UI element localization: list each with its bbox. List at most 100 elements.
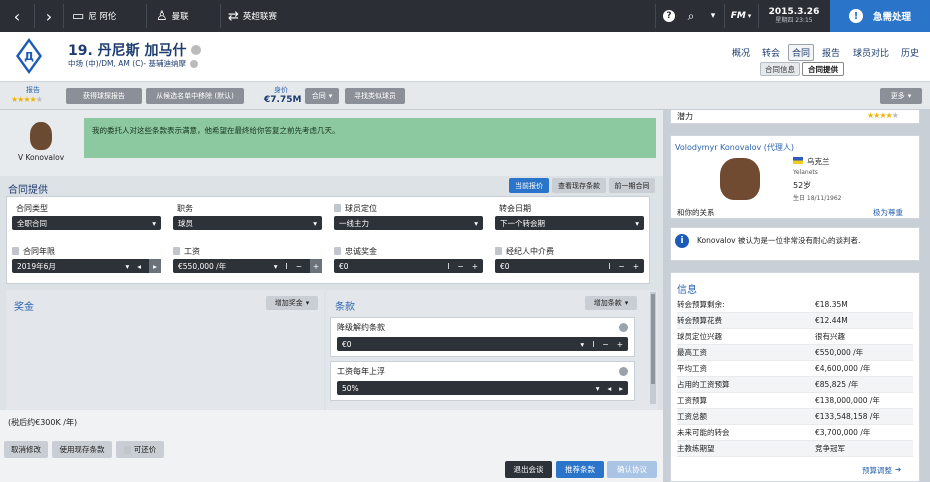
chevron-down-icon: ▾ <box>328 92 333 100</box>
increase-icon[interactable]: + <box>617 340 623 349</box>
forward-button[interactable]: › <box>35 0 63 32</box>
help-button[interactable]: ? <box>658 0 680 32</box>
player-menu-icon[interactable] <box>190 45 201 55</box>
leave-talks-button[interactable]: 退出会谈 <box>505 461 552 478</box>
label-text: 合同类型 <box>16 203 48 213</box>
clause-label: 工资每年上浮 <box>337 367 385 376</box>
urgent-action-button[interactable]: ! 急需处理 <box>830 0 930 32</box>
input-value: €0 <box>500 261 510 271</box>
tab-previous-contract[interactable]: 前一期合同 <box>609 178 655 193</box>
speaker-name: V Konovalov <box>18 153 65 162</box>
help-icon: ? <box>663 10 675 22</box>
team-nav-button[interactable]: ▭ 尼 阿伦 <box>66 0 146 32</box>
input-value: €0 <box>342 339 352 349</box>
tab-current-offer[interactable]: 当前报价 <box>509 178 549 193</box>
button-label: 合同 <box>311 92 326 100</box>
field-label: 经纪人中介费 <box>495 245 644 257</box>
value-label: 身价 <box>274 86 288 94</box>
propose-terms-button[interactable]: 推荐条款 <box>556 461 604 478</box>
step-left-icon[interactable]: ◂ <box>607 384 611 393</box>
clause-value-select[interactable]: 50% ▾ ◂ ▸ <box>337 381 628 395</box>
info-key: 主教练期望 <box>677 444 715 453</box>
settings-button[interactable]: ▾ <box>702 0 724 32</box>
search-button[interactable]: ⌕ <box>680 0 702 32</box>
budget-adjust-link[interactable]: 预算调整 ➔ <box>862 465 901 476</box>
fm-menu-button[interactable]: FM ▾ <box>726 0 756 32</box>
info-row: 主教练期望 竞争冠军 <box>677 441 913 457</box>
info-row: 占用的工资预算 €85,825 /年 <box>677 377 913 393</box>
decrease-icon[interactable]: − <box>602 340 608 349</box>
squad-status-select[interactable]: 一线主力 ▾ <box>334 216 483 230</box>
decrease-icon[interactable]: − <box>457 262 463 271</box>
negotiable-toggle[interactable]: 可还价 <box>116 441 164 458</box>
transfer-date-select[interactable]: 下一个转会期 ▾ <box>495 216 644 230</box>
info-key: 工资总额 <box>677 412 707 421</box>
tab-transfer[interactable]: 转会 <box>762 46 780 59</box>
confirm-agreement-button[interactable]: 确认协议 <box>607 461 657 478</box>
wage-input[interactable]: €550,000 /年 ▾ I − + <box>173 259 322 273</box>
tab-overview[interactable]: 概况 <box>732 46 750 59</box>
tab-report[interactable]: 报告 <box>822 46 840 59</box>
loyalty-bonus-input[interactable]: €0 I − + <box>334 259 483 273</box>
info-title: 信息 <box>677 285 697 296</box>
bonus-title: 奖金 <box>14 302 34 313</box>
tab-existing-terms[interactable]: 查看现存条款 <box>552 178 606 193</box>
increase-icon[interactable]: + <box>310 259 322 273</box>
cancel-changes-button[interactable]: 取消修改 <box>4 441 48 458</box>
scrollbar-thumb[interactable] <box>651 294 655 384</box>
alert-icon: ! <box>848 9 863 23</box>
agent-fee-input[interactable]: €0 I − + <box>495 259 644 273</box>
clause-item: 降级解约条款 €0 ▾ I − + <box>330 317 635 357</box>
get-scout-report-button[interactable]: 获得球探报告 <box>66 88 142 104</box>
more-button[interactable]: 更多 ▾ <box>880 88 922 104</box>
back-button[interactable]: ‹ <box>0 0 34 32</box>
step-left-icon[interactable]: ◂ <box>137 262 141 271</box>
increase-icon[interactable]: + <box>472 262 478 271</box>
step-right-icon[interactable]: ▸ <box>149 259 161 273</box>
info-key: 球员定位兴趣 <box>677 332 722 341</box>
remove-clause-icon[interactable] <box>619 323 628 332</box>
lock-icon[interactable] <box>334 247 341 255</box>
competition-nav-button[interactable]: ⇄ 英超联赛 <box>224 0 314 32</box>
decrease-icon[interactable]: − <box>296 262 302 271</box>
player-name: 19. 丹尼斯 加马什 <box>68 43 187 59</box>
add-clause-button[interactable]: 增加条款 ▾ <box>585 296 637 310</box>
contract-dropdown-button[interactable]: 合同 ▾ <box>305 88 339 104</box>
add-bonus-button[interactable]: 增加奖金 ▾ <box>266 296 318 310</box>
lock-icon[interactable] <box>12 247 19 255</box>
decrease-icon[interactable]: − <box>618 262 624 271</box>
divider <box>758 4 759 28</box>
info-value: €85,825 /年 <box>815 380 859 389</box>
info-row: 转会预算剩余: €18.35M <box>677 297 913 313</box>
lock-icon[interactable] <box>173 247 180 255</box>
relationship-value: 极为尊重 <box>873 208 903 217</box>
clauses-title: 条款 <box>335 302 355 313</box>
subtab-contract-offer[interactable]: 合同提供 <box>802 62 844 76</box>
squad-status-field: 球员定位 一线主力 ▾ <box>334 202 483 230</box>
club-nav-button[interactable]: ♙ 曼联 <box>150 0 220 32</box>
lock-icon[interactable] <box>495 247 502 255</box>
tab-compare[interactable]: 球员对比 <box>853 46 889 59</box>
lock-icon[interactable] <box>334 204 341 212</box>
contract-type-select[interactable]: 全职合同 ▾ <box>12 216 161 230</box>
increase-icon[interactable]: + <box>633 262 639 271</box>
field-label: 工资 <box>173 245 322 257</box>
date-display[interactable]: 2015.3.26 星期四 23:15 <box>760 0 828 32</box>
tab-history[interactable]: 历史 <box>901 46 919 59</box>
contract-end-select[interactable]: 2019年6月 ▾ ◂ ▸ <box>12 259 161 273</box>
tab-contract[interactable]: 合同 <box>788 44 815 61</box>
remove-shortlist-button[interactable]: 从候选名单中移除 (默认) <box>146 88 244 104</box>
clause-value-input[interactable]: €0 ▾ I − + <box>337 337 628 351</box>
club-menu-icon[interactable] <box>189 59 198 68</box>
role-select[interactable]: 球员 ▾ <box>173 216 322 230</box>
remove-clause-icon[interactable] <box>619 367 628 376</box>
button-label: 退出会谈 <box>513 465 544 474</box>
subtab-contract-info[interactable]: 合同信息 <box>760 62 800 76</box>
use-existing-terms-button[interactable]: 使用现存条款 <box>52 441 112 458</box>
agent-name[interactable]: Volodymyr Konovalov (代理人) <box>675 142 794 153</box>
clause-label: 降级解约条款 <box>337 323 385 332</box>
find-similar-button[interactable]: 寻找类似球员 <box>345 88 405 104</box>
field-label: 转会日期 <box>495 202 644 214</box>
step-right-icon[interactable]: ▸ <box>619 384 623 393</box>
button-label: 更多 <box>890 92 905 100</box>
